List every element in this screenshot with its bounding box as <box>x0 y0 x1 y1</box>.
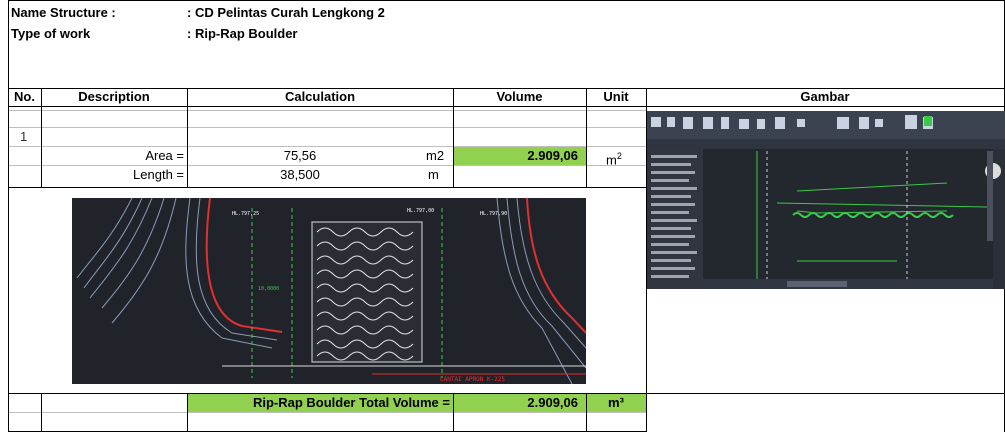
border-top <box>8 0 1005 1</box>
drawing-label: HL.797,25 <box>232 211 259 217</box>
volume-unit: m2 <box>606 147 622 169</box>
drawing-label: HL.797,90 <box>480 211 507 217</box>
drawing-label: HL.797,00 <box>407 208 434 214</box>
length-label: Length = <box>133 167 184 182</box>
gambar-screenshot-image <box>647 111 1005 289</box>
gambar-bottom-line <box>647 393 1005 394</box>
cad-drawing-svg: HL.797,25 HL.797,00 HL.797,90 10,0000 LA… <box>76 198 586 384</box>
volume-unit-base: m <box>606 152 617 168</box>
length-value: 38,500 <box>280 167 320 182</box>
column-header-no: No. <box>14 89 35 104</box>
area-unit: m2 <box>426 148 445 163</box>
column-header-gambar: Gambar <box>800 89 850 104</box>
column-header-description: Description <box>78 89 150 104</box>
column-header-unit: Unit <box>603 89 629 104</box>
area-label: Area = <box>145 148 184 163</box>
drawing-label: 10,0000 <box>258 286 279 292</box>
total-volume-value: 2.909,06 <box>527 395 578 410</box>
length-unit: m <box>428 167 439 182</box>
type-of-work-value: : Rip-Rap Boulder <box>187 26 298 41</box>
area-value: 75,56 <box>283 148 317 163</box>
column-header-bottom-line <box>8 106 1005 107</box>
cad-drawing-image: HL.797,25 HL.797,00 HL.797,90 10,0000 LA… <box>72 198 586 384</box>
total-volume-unit: m³ <box>608 395 624 410</box>
column-header-calculation: Calculation <box>284 89 356 104</box>
col-divider-no <box>41 393 42 432</box>
column-header-volume: Volume <box>496 89 543 104</box>
grid-line <box>8 412 647 413</box>
name-structure-value: : CD Pelintas Curah Lengkong 2 <box>187 5 385 20</box>
volume-unit-exponent: 2 <box>616 151 622 161</box>
total-volume-label: Rip-Rap Boulder Total Volume = <box>252 395 450 410</box>
row-number: 1 <box>20 129 28 144</box>
name-structure-label: Name Structure : <box>11 5 116 20</box>
border-left <box>8 0 9 432</box>
grid-line <box>8 110 647 111</box>
gambar-screenshot-svg <box>647 111 1005 289</box>
volume-value: 2.909,06 <box>527 148 578 163</box>
grid-line <box>8 127 647 128</box>
calc-bottom-line <box>8 187 647 188</box>
drawing-callout: LANTAI APRON K-225 <box>440 376 505 383</box>
type-of-work-label: Type of work <box>11 26 91 41</box>
